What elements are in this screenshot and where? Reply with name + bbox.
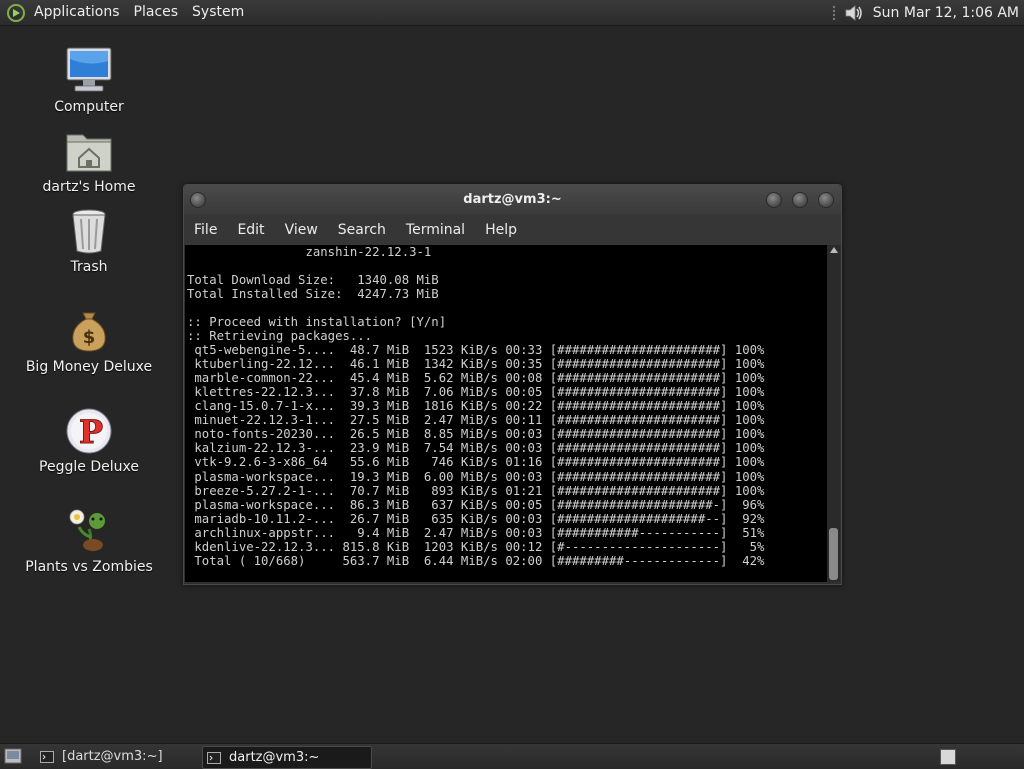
trash-icon <box>72 209 106 254</box>
download-progress-line: Total ( 10/668) 563.7 MiB 6.44 MiB/s 02:… <box>194 553 765 568</box>
window-title: dartz@vm3:~ <box>463 192 562 207</box>
computer-icon <box>66 47 112 92</box>
top-panel: Applications Places System Sun Mar 12, 1… <box>0 0 1024 26</box>
download-progress-line: clang-15.0.7-1-x... 39.3 MiB 1816 KiB/s … <box>194 399 765 414</box>
show-desktop-icon[interactable] <box>4 748 22 764</box>
desktop-icon-label: Plants vs Zombies <box>25 559 153 575</box>
download-progress-line: archlinux-appstr... 9.4 MiB 2.47 MiB/s 0… <box>194 525 765 540</box>
home-folder-icon <box>66 134 112 172</box>
terminal-line: Total Installed Size: 4247.73 MiB <box>187 287 439 302</box>
workspace-switcher[interactable] <box>940 749 956 765</box>
download-progress-line: klettres-22.12.3... 37.8 MiB 7.06 MiB/s … <box>194 385 765 400</box>
menu-terminal[interactable]: Terminal <box>396 222 475 238</box>
download-progress-line: kalzium-22.12.3-... 23.9 MiB 7.54 MiB/s … <box>194 441 765 456</box>
download-progress-line: mariadb-10.11.2-... 26.7 MiB 635 KiB/s 0… <box>194 511 765 526</box>
applications-menu[interactable]: Applications <box>27 0 127 25</box>
close-button[interactable] <box>818 192 834 208</box>
terminal-line: :: Retrieving packages... <box>187 329 373 344</box>
terminal-line: zanshin-22.12.3-1 <box>305 245 432 259</box>
window-titlebar[interactable]: dartz@vm3:~ <box>184 185 841 215</box>
download-progress-line: ktuberling-22.12... 46.1 MiB 1342 KiB/s … <box>194 357 765 372</box>
menu-search[interactable]: Search <box>328 222 396 238</box>
desktop-icon-label: Big Money Deluxe <box>25 359 153 375</box>
desktop-icon-trash[interactable]: Trash <box>24 205 154 275</box>
desktop-icon-big-money[interactable]: $ Big Money Deluxe <box>24 305 154 375</box>
download-progress-line: minuet-22.12.3-1... 27.5 MiB 2.47 MiB/s … <box>194 413 765 428</box>
desktop-icon-label: dartz's Home <box>42 179 136 195</box>
maximize-button[interactable] <box>792 192 808 208</box>
desktop-icon-home[interactable]: dartz's Home <box>24 125 154 195</box>
svg-text:$: $ <box>83 327 96 348</box>
download-progress-line: kdenlive-22.12.3... 815.8 KiB 1203 KiB/s… <box>194 539 765 554</box>
scrollbar-thumb[interactable] <box>829 528 838 580</box>
taskbar-item-terminal-active[interactable]: dartz@vm3:~ <box>202 746 372 769</box>
desktop-icon-label: Computer <box>54 99 124 115</box>
download-progress-line: plasma-workspace... 86.3 MiB 637 KiB/s 0… <box>194 497 765 512</box>
panel-handle-icon <box>832 5 835 20</box>
desktop-icon-computer[interactable]: Computer <box>24 45 154 115</box>
clock[interactable]: Sun Mar 12, 1:06 AM <box>873 5 1019 21</box>
menu-help[interactable]: Help <box>475 222 527 238</box>
download-progress-line: plasma-workspace... 19.3 MiB 6.00 MiB/s … <box>194 469 765 484</box>
terminal-line: Total Download Size: 1340.08 MiB <box>187 273 439 288</box>
terminal-menubar: File Edit View Search Terminal Help <box>184 215 841 245</box>
volume-icon[interactable] <box>843 2 865 24</box>
minimize-button[interactable] <box>766 192 782 208</box>
money-bag-icon: $ <box>72 312 106 352</box>
download-progress-line: qt5-webengine-5.... 48.7 MiB 1523 KiB/s … <box>194 343 765 358</box>
menu-view[interactable]: View <box>275 222 328 238</box>
terminal-window[interactable]: dartz@vm3:~ File Edit View Search Termin… <box>183 184 842 585</box>
svg-text:P: P <box>79 413 103 451</box>
menu-edit[interactable]: Edit <box>227 222 274 238</box>
desktop-icon-label: Trash <box>70 259 108 275</box>
download-progress-line: breeze-5.27.2-1-... 70.7 MiB 893 KiB/s 0… <box>194 483 765 498</box>
taskbar-item-label: dartz@vm3:~ <box>229 750 320 765</box>
scroll-up-arrow-icon[interactable] <box>830 247 838 253</box>
desktop-icon-peggle[interactable]: P Peggle Deluxe <box>24 405 154 475</box>
applications-logo-icon[interactable] <box>5 2 27 24</box>
terminal-scrollbar[interactable] <box>827 245 840 582</box>
terminal-text: zanshin-22.12.3-1 Total Download Size: 1… <box>185 245 827 568</box>
terminal-icon <box>40 750 54 763</box>
desktop-icon-label: Peggle Deluxe <box>39 459 139 475</box>
places-menu[interactable]: Places <box>127 0 186 25</box>
system-menu[interactable]: System <box>185 0 251 25</box>
taskbar-item-terminal-minimized[interactable]: [dartz@vm3:~] <box>36 746 196 767</box>
taskbar-item-label: [dartz@vm3:~] <box>62 749 163 764</box>
download-progress-line: noto-fonts-20230... 26.5 MiB 8.85 MiB/s … <box>194 427 765 442</box>
download-progress-line: vtk-9.2.6-3-x86_64 55.6 MiB 746 KiB/s 01… <box>194 455 765 470</box>
terminal-output[interactable]: zanshin-22.12.3-1 Total Download Size: 1… <box>185 245 827 582</box>
peggle-icon: P <box>66 408 112 454</box>
terminal-line: :: Proceed with installation? [Y/n] <box>187 315 447 330</box>
desktop-icon-pvz[interactable]: Plants vs Zombies <box>24 505 154 575</box>
plants-icon <box>69 509 105 551</box>
download-progress-line: marble-common-22... 45.4 MiB 5.62 MiB/s … <box>194 371 765 386</box>
menu-file[interactable]: File <box>184 222 227 238</box>
terminal-icon <box>207 751 221 764</box>
bottom-panel: [dartz@vm3:~] dartz@vm3:~ <box>0 743 1024 769</box>
